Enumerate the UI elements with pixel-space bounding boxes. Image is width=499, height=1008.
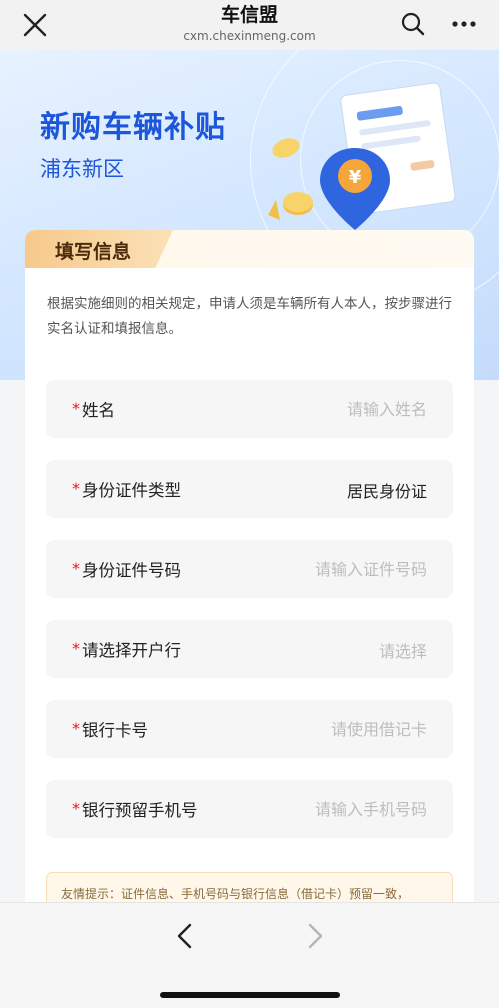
intro-text: 根据实施细则的相关规定，申请人须是车辆所有人本人，按步骤进行实名认证和填报信息。 xyxy=(47,296,452,337)
section-title: 填写信息 xyxy=(55,241,132,263)
required-mark: * xyxy=(72,639,80,658)
bank-select-placeholder[interactable]: 请选择 xyxy=(379,638,427,662)
name-field[interactable]: * 姓名 xyxy=(46,380,453,438)
required-mark: * xyxy=(72,719,80,738)
required-mark: * xyxy=(72,559,80,578)
id-type-select[interactable]: * 身份证件类型 居民身份证 xyxy=(46,460,453,518)
hero-subtitle: 浦东新区 xyxy=(40,157,124,181)
field-label: 请选择开户行 xyxy=(82,641,181,660)
card-header: 填写信息 xyxy=(25,230,474,268)
field-label: 身份证件号码 xyxy=(82,561,181,580)
card-number-input[interactable] xyxy=(257,717,427,741)
id-type-value[interactable]: 居民身份证 xyxy=(347,478,427,502)
field-label: 银行卡号 xyxy=(82,721,148,740)
required-mark: * xyxy=(72,799,80,818)
yuan-symbol: ¥ xyxy=(349,167,362,188)
field-label: 姓名 xyxy=(82,401,115,420)
card-number-field[interactable]: * 银行卡号 xyxy=(46,700,453,758)
field-label: 身份证件类型 xyxy=(82,481,181,500)
required-mark: * xyxy=(72,399,80,418)
name-input[interactable] xyxy=(257,397,427,421)
info-form-card: 填写信息 根据实施细则的相关规定，申请人须是车辆所有人本人，按步骤进行实名认证和… xyxy=(25,230,474,920)
bank-select[interactable]: * 请选择开户行 请选择 xyxy=(46,620,453,678)
forward-arrow-icon[interactable] xyxy=(302,921,328,951)
more-icon[interactable] xyxy=(450,12,478,36)
id-number-input[interactable] xyxy=(257,557,427,581)
phone-field[interactable]: * 银行预留手机号 xyxy=(46,780,453,838)
home-indicator[interactable] xyxy=(160,992,340,998)
browser-top-bar: 车信盟 cxm.chexinmeng.com xyxy=(0,0,499,50)
back-arrow-icon[interactable] xyxy=(172,921,198,951)
hero-title: 新购车辆补贴 xyxy=(40,110,226,145)
phone-input[interactable] xyxy=(257,797,427,821)
browser-bottom-bar xyxy=(0,902,499,1008)
id-number-field[interactable]: * 身份证件号码 xyxy=(46,540,453,598)
search-icon[interactable] xyxy=(400,11,426,37)
tip-text: 友情提示：证件信息、手机号码与银行信息（借记卡）预留一致， xyxy=(61,887,410,901)
required-mark: * xyxy=(72,479,80,498)
field-label: 银行预留手机号 xyxy=(82,801,198,820)
